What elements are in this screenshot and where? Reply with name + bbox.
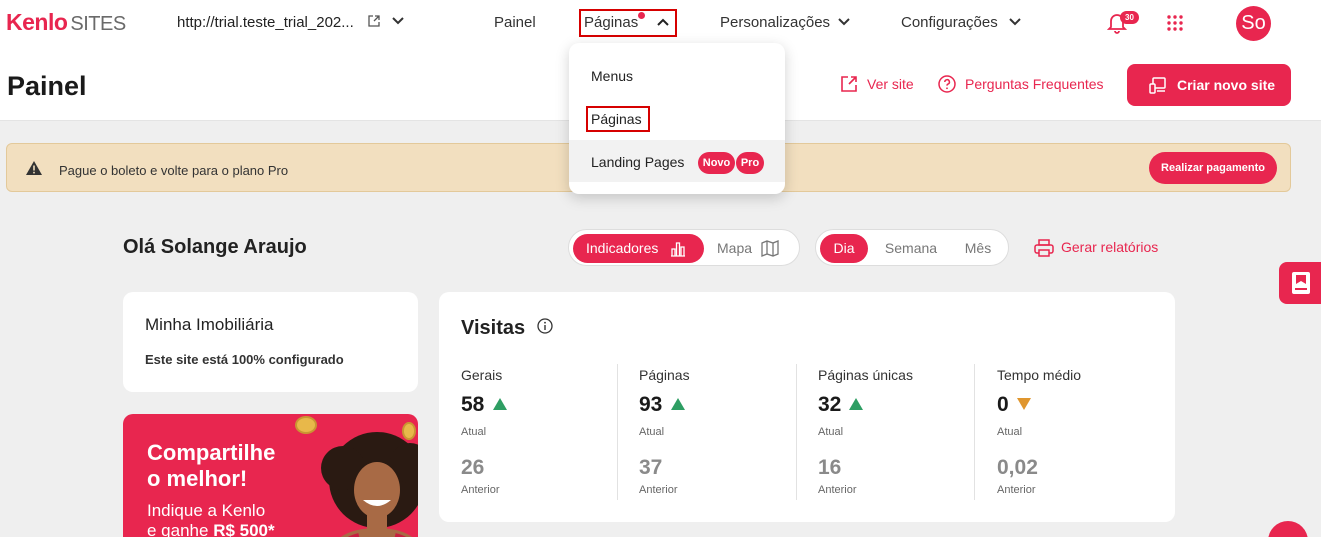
promo-amount: R$ 500* [213, 521, 275, 537]
top-navigation-bar: Kenlo SITES http://trial.teste_trial_202.… [0, 0, 1324, 46]
metric-previous-caption: Anterior [818, 484, 857, 496]
metric-paginas-unicas: Páginas únicas 32 Atual 16 Anterior [818, 365, 988, 499]
divider [796, 364, 797, 500]
trend-down-icon [1017, 398, 1031, 410]
site-url[interactable]: http://trial.teste_trial_202... [177, 14, 354, 31]
metric-previous-value: 37 [639, 456, 663, 479]
new-indicator-dot [638, 12, 645, 19]
promo-subtext: Indique a Kenlo e ganhe R$ 500* [147, 501, 275, 537]
apps-grid-icon[interactable] [1167, 15, 1183, 31]
period-toggle: Dia Semana Mês [815, 229, 1009, 266]
promo-headline: Compartilhe o melhor! [147, 440, 275, 492]
external-link-icon[interactable] [840, 75, 858, 93]
metric-label: Gerais [461, 367, 503, 383]
metric-current-caption: Atual [818, 426, 844, 438]
metric-previous-caption: Anterior [639, 484, 678, 496]
view-toggle: Indicadores Mapa [568, 229, 800, 266]
metric-previous-value: 0,02 [997, 456, 1038, 479]
chevron-up-icon[interactable] [656, 17, 670, 27]
external-link-icon[interactable] [367, 14, 381, 28]
metric-gerais: Gerais 58 Atual 26 Anterior [461, 365, 631, 499]
tab-indicadores-label: Indicadores [586, 240, 659, 256]
metric-label: Páginas [639, 367, 690, 383]
tab-mapa[interactable]: Mapa [708, 234, 796, 263]
bar-chart-icon [671, 242, 685, 257]
divider [974, 364, 975, 500]
metric-label: Tempo médio [997, 367, 1082, 383]
menu-item-paginas[interactable]: Páginas [591, 111, 642, 127]
chevron-down-icon[interactable] [837, 17, 851, 27]
metric-previous-value: 26 [461, 456, 485, 479]
metric-current-value: 32 [818, 393, 842, 416]
promo-subtext-line-1: Indique a Kenlo [147, 501, 266, 520]
menu-item-menus[interactable]: Menus [591, 68, 633, 84]
trend-up-icon [849, 398, 863, 410]
metric-paginas: Páginas 93 Atual 37 Anterior [639, 365, 809, 499]
tab-mes[interactable]: Mês [954, 234, 1002, 263]
nav-personalizacoes[interactable]: Personalizações [720, 14, 830, 31]
promo-subtext-prefix: e ganhe [147, 521, 214, 537]
metric-tempo-medio: Tempo médio 0 Atual 0,02 Anterior [997, 365, 1167, 499]
logo-product: SITES [70, 13, 126, 35]
metric-previous-value: 16 [818, 456, 842, 479]
metric-previous-caption: Anterior [461, 484, 500, 496]
metric-previous-caption: Anterior [997, 484, 1036, 496]
alert-message: Pague o boleto e volte para o plano Pro [59, 163, 289, 178]
promo-headline-line-2: o melhor! [147, 466, 248, 491]
menu-item-landing-pages[interactable]: Landing Pages [591, 154, 684, 170]
create-site-label: Criar novo site [1177, 77, 1276, 93]
notification-badge: 30 [1120, 11, 1139, 24]
trend-up-icon [671, 398, 685, 410]
chevron-down-icon[interactable] [1008, 17, 1022, 27]
trend-up-icon [493, 398, 507, 410]
metric-current-value: 58 [461, 393, 485, 416]
ver-site-link[interactable]: Ver site [867, 76, 914, 92]
paginas-dropdown-menu: Menus Páginas Landing Pages Novo Pro [569, 43, 785, 194]
tab-indicadores[interactable]: Indicadores [573, 234, 704, 263]
chevron-down-icon[interactable] [391, 16, 405, 26]
tab-mapa-label: Mapa [717, 240, 753, 256]
site-status: Este site está 100% configurado [145, 352, 344, 367]
printer-icon [1034, 239, 1054, 257]
map-icon [761, 240, 779, 257]
badge-novo: Novo [698, 152, 735, 174]
generate-report-label: Gerar relatórios [1061, 239, 1159, 255]
greeting: Olá Solange Araujo [123, 236, 307, 258]
user-avatar[interactable]: So [1236, 6, 1271, 41]
create-site-button[interactable]: Criar novo site [1127, 64, 1291, 106]
tab-dia[interactable]: Dia [820, 234, 868, 263]
metric-current-value: 93 [639, 393, 663, 416]
nav-painel[interactable]: Painel [494, 14, 536, 31]
site-name: Minha Imobiliária [145, 315, 274, 334]
help-circle-icon[interactable] [938, 75, 956, 93]
promo-headline-line-1: Compartilhe [147, 440, 276, 465]
referral-promo-banner[interactable]: Compartilhe o melhor! Indique a Kenlo e … [123, 414, 418, 537]
visits-card: Visitas Gerais 58 Atual 26 Anterior Pági… [439, 292, 1175, 522]
new-site-icon [1149, 77, 1166, 94]
metric-current-caption: Atual [639, 426, 665, 438]
book-icon [1292, 272, 1310, 294]
metric-current-caption: Atual [997, 426, 1023, 438]
metric-current-caption: Atual [461, 426, 487, 438]
page-title: Painel [7, 71, 87, 101]
kenlo-sites-logo[interactable]: Kenlo SITES [6, 9, 126, 36]
tab-semana[interactable]: Semana [876, 234, 946, 263]
metric-current-value: 0 [997, 393, 1009, 416]
logo-brand: Kenlo [6, 9, 68, 35]
info-icon[interactable] [537, 318, 553, 334]
metric-label: Páginas únicas [818, 367, 913, 383]
floating-action-button[interactable] [1268, 521, 1308, 537]
pay-button[interactable]: Realizar pagamento [1149, 152, 1277, 184]
coin-icon [295, 416, 317, 434]
faq-link[interactable]: Perguntas Frequentes [965, 76, 1104, 92]
visits-title: Visitas [461, 317, 526, 339]
nav-configuracoes[interactable]: Configurações [901, 14, 998, 31]
person-illustration [321, 432, 418, 537]
divider [617, 364, 618, 500]
site-card[interactable]: Minha Imobiliária Este site está 100% co… [123, 292, 418, 392]
nav-paginas[interactable]: Páginas [584, 14, 638, 31]
badge-pro: Pro [736, 152, 764, 174]
side-tab-button[interactable] [1279, 262, 1324, 304]
warning-icon [26, 161, 42, 175]
